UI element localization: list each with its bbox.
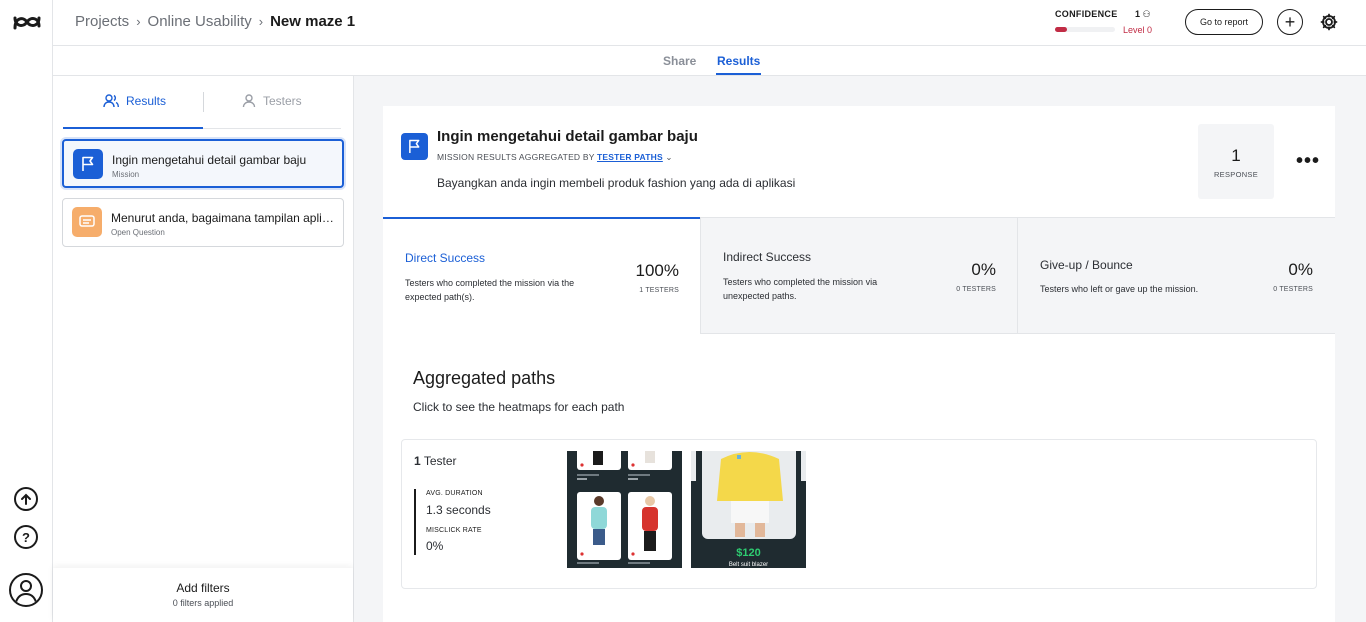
users-icon: ⚇ bbox=[1142, 9, 1151, 19]
filters-title: Add filters bbox=[176, 581, 230, 595]
message-icon bbox=[72, 207, 102, 237]
stat-title: Indirect Success bbox=[723, 250, 812, 264]
block-card-mission[interactable]: Ingin mengetahui detail gambar baju Miss… bbox=[62, 139, 344, 188]
avg-duration-value: 1.3 seconds bbox=[426, 503, 491, 517]
path-tester-count: 1 Tester bbox=[414, 454, 457, 468]
help-icon[interactable]: ? bbox=[14, 525, 38, 549]
user-icon bbox=[242, 94, 256, 108]
confidence-bar-fill bbox=[1055, 27, 1067, 32]
view-tabs: Share Results bbox=[53, 46, 1366, 76]
mission-description: Bayangkan anda ingin membeli produk fash… bbox=[437, 176, 796, 190]
stat-description: Testers who completed the mission via un… bbox=[723, 277, 878, 301]
sidebar-tab-results[interactable]: Results bbox=[103, 94, 166, 108]
users-icon bbox=[103, 94, 119, 108]
response-label: RESPONSE bbox=[1213, 170, 1259, 179]
response-count: 1 RESPONSE bbox=[1198, 124, 1274, 199]
confidence-count: 1 ⚇ bbox=[1135, 9, 1151, 19]
stat-give-up-bounce[interactable]: Give-up / Bounce Testers who left or gav… bbox=[1017, 217, 1335, 334]
stat-indirect-success[interactable]: Indirect Success Testers who completed t… bbox=[700, 217, 1018, 334]
stat-percent: 0% bbox=[1288, 260, 1313, 279]
stat-description: Testers who completed the mission via th… bbox=[405, 278, 575, 302]
sidebar-tab-testers[interactable]: Testers bbox=[242, 94, 302, 108]
block-title: Menurut anda, bagaimana tampilan aplikas… bbox=[111, 211, 336, 225]
user-avatar-icon[interactable] bbox=[9, 573, 43, 607]
gear-icon[interactable] bbox=[1319, 12, 1339, 32]
filters-count: 0 filters applied bbox=[172, 598, 234, 608]
product-name: Belt suit blazer bbox=[728, 562, 769, 568]
tab-results[interactable]: Results bbox=[717, 54, 760, 68]
breadcrumb-project[interactable]: Online Usability bbox=[148, 13, 252, 30]
stat-count: 0 TESTERS bbox=[1273, 286, 1313, 293]
breadcrumb-projects[interactable]: Projects bbox=[75, 13, 129, 30]
block-type: Open Question bbox=[111, 228, 165, 237]
response-number: 1 bbox=[1231, 146, 1241, 165]
aggregated-paths-subtitle: Click to see the heatmaps for each path bbox=[413, 400, 625, 414]
chevron-down-icon[interactable]: ⌄ bbox=[665, 152, 672, 162]
stat-count: 0 TESTERS bbox=[956, 286, 996, 293]
stat-title: Give-up / Bounce bbox=[1040, 258, 1133, 272]
flag-icon bbox=[401, 133, 428, 160]
stat-description: Testers who left or gave up the mission. bbox=[1040, 284, 1199, 294]
top-bar: Projects › Online Usability › New maze 1… bbox=[53, 0, 1366, 46]
aggregation-label: MISSION RESULTS AGGREGATED BY bbox=[437, 152, 595, 162]
stat-count: 1 TESTERS bbox=[639, 287, 679, 294]
aggregation-selector[interactable]: MISSION RESULTS AGGREGATED BY TESTER PAT… bbox=[437, 152, 673, 163]
block-title: Ingin mengetahui detail gambar baju bbox=[112, 153, 307, 167]
mission-results-panel: Ingin mengetahui detail gambar baju MISS… bbox=[383, 106, 1335, 622]
maze-logo-icon[interactable] bbox=[12, 13, 42, 31]
mission-title: Ingin mengetahui detail gambar baju bbox=[437, 128, 698, 145]
block-card-open-question[interactable]: Menurut anda, bagaimana tampilan aplikas… bbox=[62, 198, 344, 247]
results-main: Ingin mengetahui detail gambar baju MISS… bbox=[354, 76, 1366, 622]
more-options-icon[interactable]: ••• bbox=[1296, 150, 1320, 173]
confidence-level: Level 0 bbox=[1123, 25, 1153, 35]
screen-thumbnail-product-list[interactable] bbox=[567, 451, 682, 568]
left-rail: ? bbox=[0, 0, 53, 622]
upload-icon[interactable] bbox=[14, 487, 38, 511]
tab-active-underline bbox=[63, 127, 203, 129]
stat-title: Direct Success bbox=[405, 251, 486, 265]
avg-duration-label: AVG. DURATION bbox=[426, 490, 483, 497]
flag-icon bbox=[73, 149, 103, 179]
sidebar-tab-results-label: Results bbox=[126, 94, 167, 108]
sidebar-tab-testers-label: Testers bbox=[263, 94, 302, 108]
success-stats: Direct Success Testers who completed the… bbox=[383, 217, 1335, 334]
add-filters-button[interactable]: Add filters 0 filters applied bbox=[53, 568, 353, 622]
chevron-right-icon: › bbox=[136, 14, 141, 29]
misclick-rate-value: 0% bbox=[426, 539, 444, 553]
tab-divider bbox=[203, 92, 204, 112]
confidence-meter[interactable]: CONFIDENCE 1 ⚇ Level 0 bbox=[1055, 9, 1165, 35]
product-price: $120 bbox=[736, 547, 761, 559]
breadcrumb-current[interactable]: New maze 1 bbox=[270, 13, 355, 30]
aggregation-link[interactable]: TESTER PATHS bbox=[597, 152, 663, 162]
breadcrumb: Projects › Online Usability › New maze 1 bbox=[75, 13, 355, 30]
blocks-sidebar: Results Testers Ingin mengetahui detail … bbox=[53, 76, 354, 622]
misclick-rate-label: MISCLICK RATE bbox=[426, 527, 482, 534]
stat-direct-success[interactable]: Direct Success Testers who completed the… bbox=[383, 217, 701, 334]
tab-active-underline bbox=[716, 73, 761, 75]
aggregated-paths-title: Aggregated paths bbox=[413, 368, 556, 388]
path-card[interactable]: 1 Tester AVG. DURATION 1.3 seconds MISCL… bbox=[401, 439, 1317, 589]
add-icon[interactable]: + bbox=[1277, 9, 1303, 35]
go-to-report-button[interactable]: Go to report bbox=[1185, 9, 1263, 35]
stat-percent: 100% bbox=[635, 261, 679, 280]
tab-share[interactable]: Share bbox=[663, 54, 696, 68]
screen-thumbnail-product-detail[interactable]: $120 Belt suit blazer bbox=[691, 451, 806, 568]
block-type: Mission bbox=[112, 170, 140, 179]
chevron-right-icon: › bbox=[258, 14, 264, 29]
confidence-bar bbox=[1055, 27, 1115, 32]
stat-percent: 0% bbox=[971, 260, 996, 279]
metrics-divider bbox=[414, 489, 416, 555]
